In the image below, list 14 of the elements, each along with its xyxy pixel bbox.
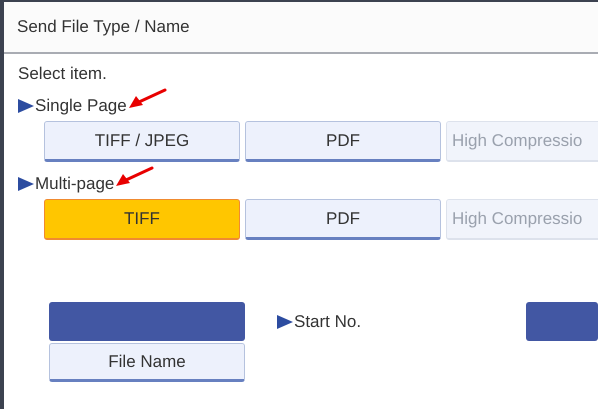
section-label: Single Page [35,96,127,116]
instruction-text: Select item. [18,64,108,84]
window-title: Send File Type / Name [17,17,190,37]
file-type-button[interactable]: PDF [245,121,441,162]
triangle-icon [277,314,293,328]
file-type-button[interactable]: TIFF / JPEG [44,121,240,162]
start-no-display [526,302,598,341]
triangle-icon [18,99,34,113]
file-type-button[interactable]: TIFF [44,199,240,240]
triangle-icon [18,177,34,191]
section-label: Multi-page [35,174,114,194]
file-name-button[interactable]: File Name [49,343,245,382]
file-type-button[interactable]: PDF [245,199,441,240]
start-no-label: Start No. [294,312,362,332]
